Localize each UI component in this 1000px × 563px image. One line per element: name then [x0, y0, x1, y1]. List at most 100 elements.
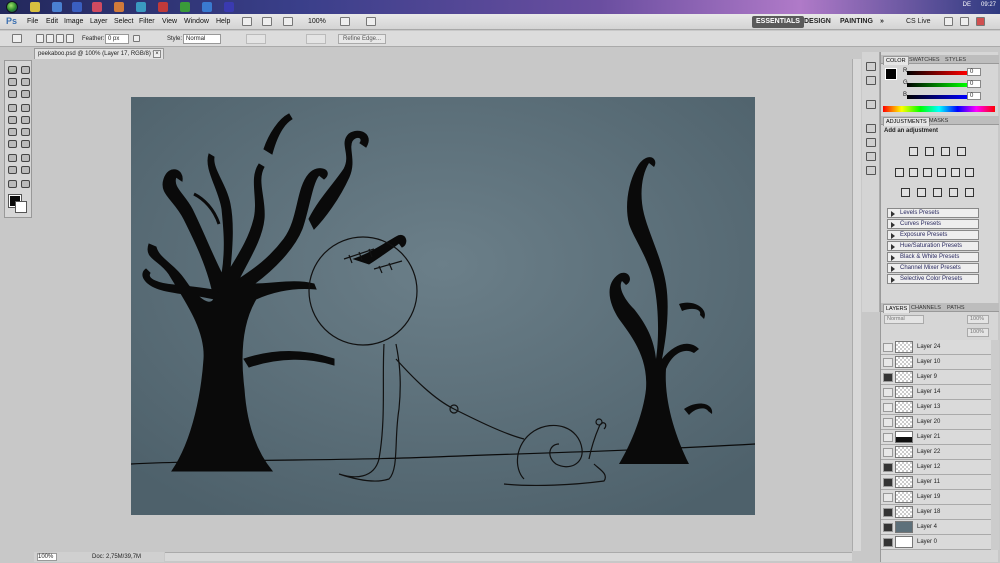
color-balance-icon[interactable]	[923, 168, 932, 177]
marquee-tool-icon[interactable]	[7, 65, 18, 75]
red-slider[interactable]	[907, 71, 967, 75]
layer-row[interactable]: Layer 11	[881, 475, 991, 490]
healing-brush-tool-icon[interactable]	[7, 103, 18, 113]
zoom-level-select[interactable]: 100%	[308, 18, 326, 25]
blue-slider[interactable]	[907, 95, 967, 99]
language-indicator[interactable]: DE	[963, 2, 971, 8]
quick-selection-tool-icon[interactable]	[20, 77, 31, 87]
clone-stamp-tool-icon[interactable]	[7, 115, 18, 125]
taskbar-app-icon[interactable]	[30, 2, 40, 12]
visibility-toggle[interactable]	[883, 343, 893, 352]
eyedropper-tool-icon[interactable]	[20, 89, 31, 99]
visibility-toggle[interactable]	[883, 433, 893, 442]
preset-curves[interactable]: Curves Presets	[887, 219, 979, 229]
photo-filter-icon[interactable]	[951, 168, 960, 177]
preset-channel-mixer[interactable]: Channel Mixer Presets	[887, 263, 979, 273]
black-white-icon[interactable]	[937, 168, 946, 177]
intersect-selection-icon[interactable]	[66, 34, 74, 43]
preset-hue-saturation[interactable]: Hue/Saturation Presets	[887, 241, 979, 251]
levels-icon[interactable]	[925, 147, 934, 156]
green-value-field[interactable]: 0	[967, 80, 981, 88]
width-input[interactable]	[246, 34, 266, 44]
info-panel-icon[interactable]	[866, 100, 876, 109]
tab-masks[interactable]: MASKS	[927, 117, 950, 125]
dodge-tool-icon[interactable]	[20, 139, 31, 149]
visibility-toggle[interactable]	[883, 388, 893, 397]
path-selection-tool-icon[interactable]	[7, 165, 18, 175]
height-input[interactable]	[306, 34, 326, 44]
menu-select[interactable]: Select	[114, 18, 133, 25]
brushes-panel-icon[interactable]	[866, 124, 876, 133]
threshold-icon[interactable]	[933, 188, 942, 197]
crop-tool-icon[interactable]	[7, 89, 18, 99]
move-tool-icon[interactable]	[20, 65, 31, 75]
refine-edge-button[interactable]: Refine Edge...	[338, 34, 387, 44]
eraser-tool-icon[interactable]	[7, 127, 18, 137]
layer-row[interactable]: Layer 0	[881, 535, 991, 550]
layer-row[interactable]: Layer 20	[881, 415, 991, 430]
layer-row[interactable]: Layer 21	[881, 430, 991, 445]
actions-panel-icon[interactable]	[866, 76, 876, 85]
color-spectrum-ramp[interactable]	[883, 106, 995, 112]
taskbar-app-icon[interactable]	[92, 2, 102, 12]
document-size-info[interactable]: Doc: 2,75M/39,7M	[92, 554, 141, 560]
layers-scrollbar[interactable]	[991, 340, 999, 550]
taskbar-app-icon[interactable]	[224, 2, 234, 12]
menu-view[interactable]: View	[162, 18, 177, 25]
eye-icon[interactable]	[883, 523, 893, 532]
taskbar-app-icon[interactable]	[52, 2, 62, 12]
document-tab[interactable]: peekaboo.psd @ 100% (Layer 17, RGB/8) * …	[34, 48, 164, 59]
menu-filter[interactable]: Filter	[139, 18, 155, 25]
marquee-tool-preset-icon[interactable]	[12, 34, 22, 43]
eye-icon[interactable]	[883, 463, 893, 472]
history-brush-tool-icon[interactable]	[20, 115, 31, 125]
menu-image[interactable]: Image	[64, 18, 83, 25]
close-icon[interactable]	[976, 17, 985, 26]
vibrance-icon[interactable]	[895, 168, 904, 177]
preset-exposure[interactable]: Exposure Presets	[887, 230, 979, 240]
layer-row[interactable]: Layer 10	[881, 355, 991, 370]
gradient-map-icon[interactable]	[949, 188, 958, 197]
layer-row[interactable]: Layer 22	[881, 445, 991, 460]
preset-levels[interactable]: Levels Presets	[887, 208, 979, 218]
layer-row[interactable]: Layer 24	[881, 340, 991, 355]
style-select[interactable]: Normal	[183, 34, 221, 44]
minimize-icon[interactable]	[944, 17, 953, 26]
taskbar-app-icon[interactable]	[136, 2, 146, 12]
more-workspaces-button[interactable]: »	[876, 16, 888, 28]
taskbar-app-icon[interactable]	[114, 2, 124, 12]
history-panel-icon[interactable]	[866, 62, 876, 71]
menu-layer[interactable]: Layer	[90, 18, 108, 25]
status-zoom-field[interactable]: 100%	[37, 553, 57, 561]
layer-row[interactable]: Layer 19	[881, 490, 991, 505]
eye-icon[interactable]	[883, 538, 893, 547]
brightness-contrast-icon[interactable]	[909, 147, 918, 156]
taskbar-app-icon[interactable]	[158, 2, 168, 12]
menu-file[interactable]: File	[27, 18, 38, 25]
eye-icon[interactable]	[883, 478, 893, 487]
tab-channels[interactable]: CHANNELS	[909, 304, 943, 312]
blur-tool-icon[interactable]	[7, 139, 18, 149]
tab-styles[interactable]: STYLES	[943, 56, 968, 64]
brush-tool-icon[interactable]	[20, 103, 31, 113]
fill-field[interactable]: 100%	[967, 328, 989, 337]
channel-mixer-icon[interactable]	[965, 168, 974, 177]
visibility-toggle[interactable]	[883, 448, 893, 457]
blue-value-field[interactable]: 0	[967, 92, 981, 100]
color-panel-foreground[interactable]	[885, 68, 897, 80]
anti-alias-checkbox[interactable]	[133, 35, 140, 42]
character-panel-icon[interactable]	[866, 152, 876, 161]
workspace-design[interactable]: DESIGN	[800, 16, 835, 28]
visibility-toggle[interactable]	[883, 358, 893, 367]
preset-selective-color[interactable]: Selective Color Presets	[887, 274, 979, 284]
hue-saturation-icon[interactable]	[909, 168, 918, 177]
layer-row[interactable]: Layer 14	[881, 385, 991, 400]
view-extras-icon[interactable]	[283, 17, 293, 26]
green-slider[interactable]	[907, 83, 967, 87]
tab-layers[interactable]: LAYERS	[883, 304, 911, 313]
type-tool-icon[interactable]	[20, 153, 31, 163]
curves-icon[interactable]	[941, 147, 950, 156]
add-selection-icon[interactable]	[46, 34, 54, 43]
zoom-tool-icon[interactable]	[20, 179, 31, 189]
workspace-painting[interactable]: PAINTING	[836, 16, 877, 28]
